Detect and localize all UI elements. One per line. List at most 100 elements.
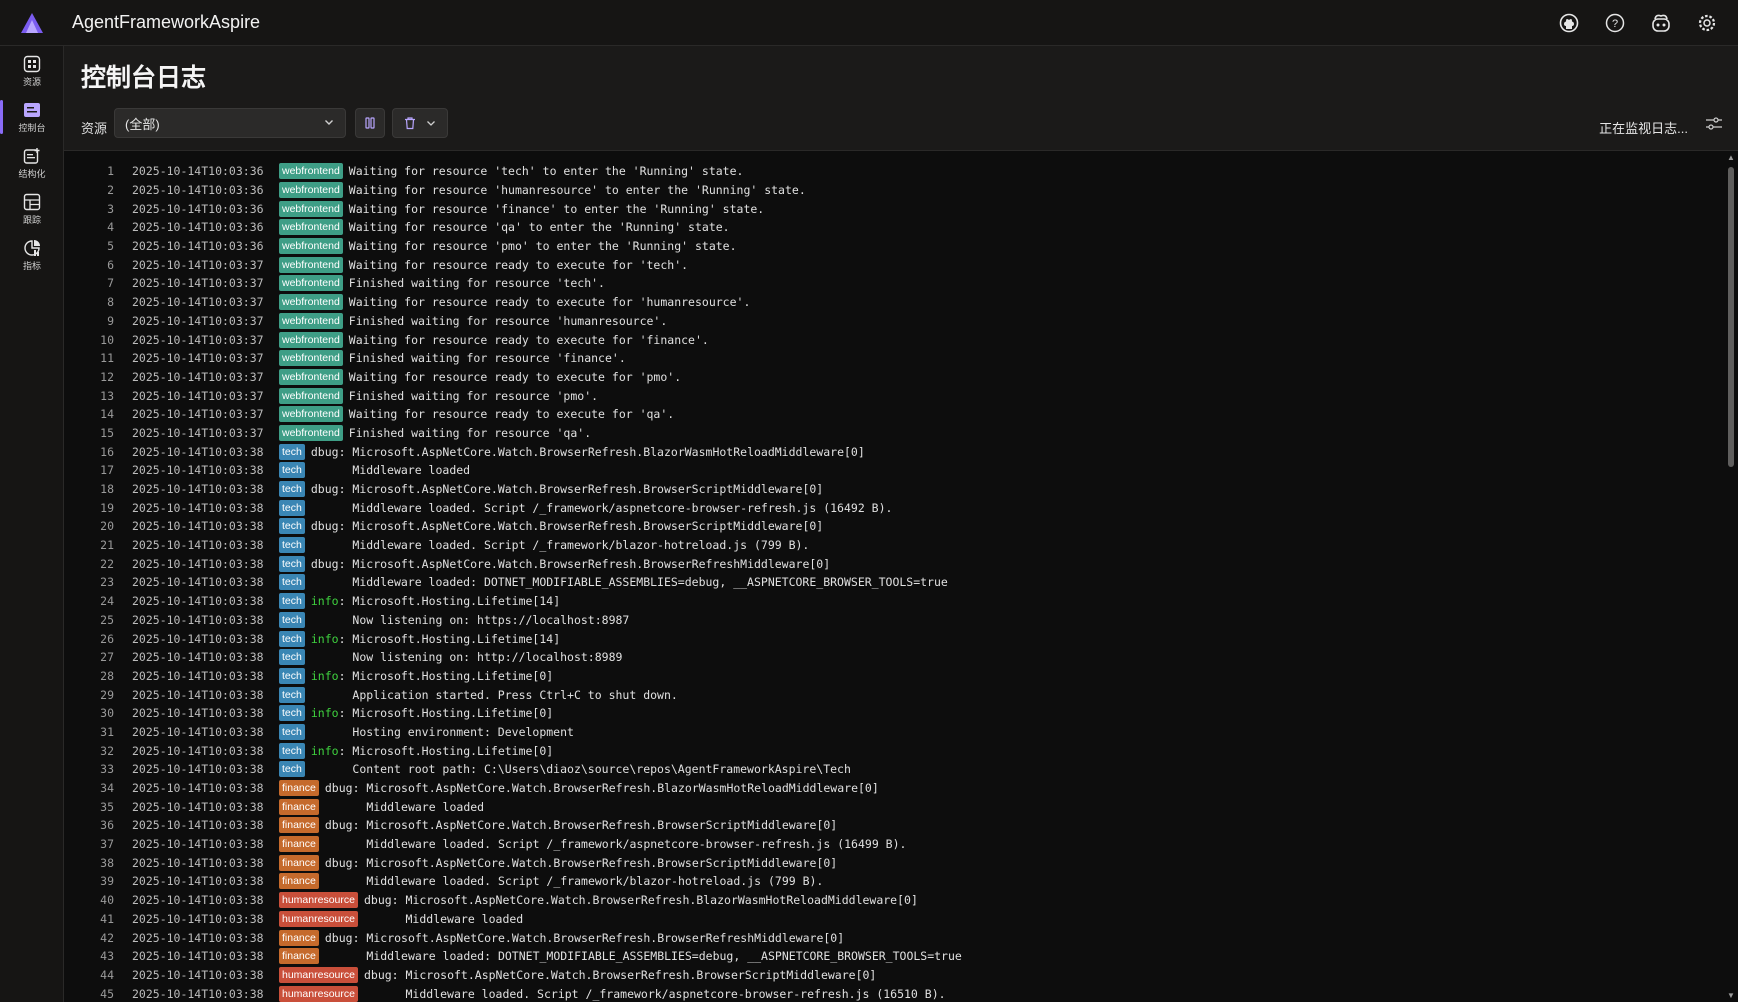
resource-badge: tech — [279, 705, 305, 722]
line-number: 2 — [107, 183, 114, 198]
log-message: Microsoft.AspNetCore.Watch.BrowserRefres… — [366, 855, 838, 870]
scroll-down-arrow-icon[interactable]: ▼ — [1726, 991, 1736, 1001]
log-scrollbar[interactable]: ▲ ▼ — [1724, 151, 1738, 1002]
pause-button[interactable] — [355, 108, 385, 138]
app-title[interactable]: AgentFrameworkAspire — [72, 12, 260, 33]
log-timestamp: 2025-10-14T10:03:38 — [132, 874, 264, 889]
log-row: 35 2025-10-14T10:03:38 finance Middleware … — [64, 797, 1714, 816]
help-icon[interactable]: ? — [1592, 0, 1638, 46]
log-timestamp: 2025-10-14T10:03:38 — [132, 538, 264, 553]
log-row: 45 2025-10-14T10:03:38 humanresource Middl… — [64, 984, 1714, 1002]
log-timestamp: 2025-10-14T10:03:38 — [132, 650, 264, 665]
traces-icon — [23, 193, 41, 210]
log-row: 19 2025-10-14T10:03:38 tech Middleware loa… — [64, 498, 1714, 517]
log-message-container: Finished waiting for resource 'humanreso… — [349, 314, 668, 328]
log-message-container: dbug: Microsoft.AspNetCore.Watch.Browser… — [364, 968, 876, 982]
log-row: 24 2025-10-14T10:03:38 tech info: Microsoft… — [64, 592, 1714, 611]
side-nav: 资源 控制台 结构化 跟踪 指标 — [0, 46, 64, 1002]
log-level-separator: : — [391, 893, 406, 908]
log-timestamp: 2025-10-14T10:03:37 — [132, 407, 264, 422]
log-row: 1 2025-10-14T10:03:36 webfrontend Waiting f… — [64, 162, 1714, 181]
line-number: 30 — [100, 706, 114, 721]
github-icon[interactable] — [1546, 0, 1592, 46]
log-row: 16 2025-10-14T10:03:38 tech dbug: Microsoft… — [64, 442, 1714, 461]
log-row: 5 2025-10-14T10:03:36 webfrontend Waiting f… — [64, 237, 1714, 256]
nav-item-resources[interactable]: 资源 — [0, 48, 64, 94]
log-message-container: Waiting for resource ready to execute fo… — [349, 295, 751, 309]
line-number: 37 — [100, 837, 114, 852]
line-number: 26 — [100, 631, 114, 646]
log-level: dbug — [324, 930, 353, 945]
watching-status: 正在监视日志... — [1599, 121, 1688, 136]
console-toolbar: 资源 (全部) 正在监视日志... — [64, 108, 1738, 144]
log-row: 29 2025-10-14T10:03:38 tech Application st… — [64, 685, 1714, 704]
resource-badge: webfrontend — [279, 219, 343, 236]
nav-item-structured[interactable]: 结构化 — [0, 140, 64, 186]
scroll-thumb[interactable] — [1728, 167, 1734, 467]
resource-badge: tech — [279, 667, 305, 684]
log-timestamp: 2025-10-14T10:03:38 — [132, 631, 264, 646]
resource-select[interactable]: (全部) — [114, 108, 346, 138]
resource-badge: finance — [279, 873, 319, 890]
pause-icon — [365, 117, 375, 129]
line-number: 27 — [100, 650, 114, 665]
main-content: 控制台日志 资源 (全部) 正在监视日志... 1 2025-10-14T10:0… — [64, 46, 1738, 1002]
log-message: Waiting for resource 'humanresource' to … — [348, 183, 806, 198]
log-message-container: Waiting for resource ready to execute fo… — [349, 258, 688, 272]
scroll-up-arrow-icon[interactable]: ▲ — [1726, 153, 1736, 163]
log-message: Waiting for resource ready to execute fo… — [348, 332, 709, 347]
log-message: Waiting for resource ready to execute fo… — [348, 295, 751, 310]
log-options-button[interactable] — [1702, 112, 1726, 136]
resource-badge: finance — [279, 817, 319, 834]
nav-item-traces[interactable]: 跟踪 — [0, 186, 64, 232]
log-timestamp: 2025-10-14T10:03:36 — [132, 220, 264, 235]
log-level: dbug — [310, 482, 339, 497]
log-level-separator: : — [338, 631, 353, 646]
resource-badge: webfrontend — [279, 350, 343, 367]
log-row: 23 2025-10-14T10:03:38 tech Middleware loa… — [64, 573, 1714, 592]
log-timestamp: 2025-10-14T10:03:38 — [132, 500, 264, 515]
log-message: Microsoft.AspNetCore.Watch.BrowserRefres… — [405, 967, 877, 982]
log-message: Microsoft.Hosting.Lifetime[0] — [352, 743, 554, 758]
line-number: 44 — [100, 967, 114, 982]
log-message: Middleware loaded. Script /_framework/bl… — [310, 538, 810, 553]
nav-item-metrics[interactable]: 指标 — [0, 232, 64, 278]
line-number: 7 — [107, 276, 114, 291]
trash-icon — [405, 117, 415, 130]
nav-label-resources: 资源 — [22, 76, 41, 87]
copilot-icon[interactable] — [1638, 0, 1684, 46]
page-title: 控制台日志 — [81, 64, 207, 92]
log-row: 44 2025-10-14T10:03:38 humanresource dbug: … — [64, 966, 1714, 985]
log-timestamp: 2025-10-14T10:03:36 — [132, 183, 264, 198]
log-message-container: Waiting for resource ready to execute fo… — [349, 407, 674, 421]
log-message-container: dbug: Microsoft.AspNetCore.Watch.Browser… — [311, 445, 865, 459]
aspire-logo-icon[interactable] — [0, 0, 64, 46]
resource-badge: humanresource — [279, 892, 358, 909]
log-timestamp: 2025-10-14T10:03:36 — [132, 201, 264, 216]
log-row: 26 2025-10-14T10:03:38 tech info: Microsoft… — [64, 629, 1714, 648]
log-message: Microsoft.AspNetCore.Watch.BrowserRefres… — [352, 444, 865, 459]
resource-badge: webfrontend — [279, 182, 343, 199]
sliders-icon — [1706, 117, 1722, 130]
line-number: 12 — [100, 369, 114, 384]
resource-badge: webfrontend — [279, 275, 343, 292]
resource-badge: tech — [279, 742, 305, 759]
log-level: dbug — [324, 781, 353, 796]
log-row: 38 2025-10-14T10:03:38 finance dbug: Micros… — [64, 853, 1714, 872]
line-number: 16 — [100, 444, 114, 459]
line-number: 10 — [100, 332, 114, 347]
nav-item-console[interactable]: 控制台 — [0, 94, 64, 140]
settings-gear-icon[interactable] — [1684, 0, 1730, 46]
log-timestamp: 2025-10-14T10:03:38 — [132, 855, 264, 870]
log-message: Middleware loaded. Script /_framework/as… — [324, 837, 907, 852]
clear-logs-button[interactable] — [392, 108, 448, 138]
nav-label-traces: 跟踪 — [22, 214, 41, 225]
log-timestamp: 2025-10-14T10:03:38 — [132, 444, 264, 459]
log-message: Waiting for resource 'finance' to enter … — [348, 201, 765, 216]
console-log-viewer[interactable]: 1 2025-10-14T10:03:36 webfrontend Waiting f… — [64, 150, 1738, 1002]
log-timestamp: 2025-10-14T10:03:38 — [132, 799, 264, 814]
resource-badge: webfrontend — [279, 331, 343, 348]
log-timestamp: 2025-10-14T10:03:38 — [132, 482, 264, 497]
log-message-container: Finished waiting for resource 'tech'. — [349, 276, 605, 290]
log-timestamp: 2025-10-14T10:03:38 — [132, 668, 264, 683]
